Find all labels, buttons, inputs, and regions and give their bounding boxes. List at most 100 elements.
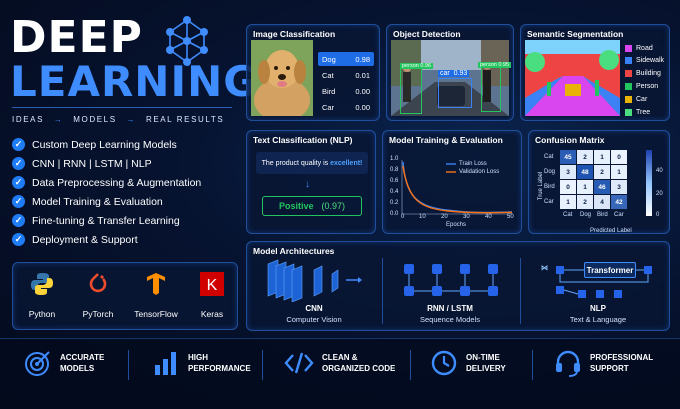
segmentation-map <box>525 40 620 116</box>
bottom-item-accurate: ACCURATE MODELS <box>24 349 150 377</box>
matrix-cell: 0 <box>611 150 627 164</box>
check-icon: ✓ <box>12 157 25 170</box>
y-tick: 1.0 <box>390 156 399 162</box>
feature-text: Custom Deep Learning Models <box>32 138 177 151</box>
class-label: Cat <box>322 70 334 80</box>
col-label: Car <box>614 212 624 218</box>
divider <box>382 258 383 324</box>
check-icon: ✓ <box>12 233 25 246</box>
bottom-label: CLEAN & ORGANIZED CODE <box>322 353 396 373</box>
text-classification-panel: Text Classification (NLP) <box>246 130 376 234</box>
x-tick: 10 <box>419 214 426 220</box>
input-text-box: The product quality is excellent! <box>256 152 368 174</box>
legend-label: Tree <box>636 109 651 116</box>
x-axis-label: Epochs <box>446 222 467 228</box>
matrix-cell: 46 <box>594 180 610 194</box>
tool-keras: K Keras <box>186 271 238 319</box>
detection-box-car <box>438 78 472 108</box>
python-icon <box>31 273 53 295</box>
down-arrow-icon: ↓ <box>305 179 310 190</box>
legend-swatch <box>625 45 632 52</box>
bottom-item-delivery: ON-TIME DELIVERY <box>430 349 556 377</box>
panel-title: Image Classification <box>253 29 336 39</box>
feature-item: ✓ Model Training & Evaluation <box>12 195 163 208</box>
legend-car: Car <box>625 96 647 103</box>
color-scale-bar <box>646 150 652 216</box>
class-score: 0.00 <box>355 86 370 96</box>
row-label: Bird <box>544 184 555 190</box>
divider <box>262 350 263 380</box>
brand-line-1: DEEP <box>10 12 143 63</box>
matrix-cell: 3 <box>611 180 627 194</box>
col-label: Dog <box>580 212 592 218</box>
cnn-diagram <box>267 259 362 302</box>
bottom-item-code: CLEAN & ORGANIZED CODE <box>284 349 422 377</box>
y-tick: 0.0 <box>390 211 399 217</box>
detection-box-person <box>400 64 422 114</box>
class-row-cat: Cat 0.01 <box>318 68 374 82</box>
transformer-block: Transformer <box>584 262 636 278</box>
legend-road: Road <box>625 45 653 52</box>
feature-item: ✓ Data Preprocessing & Augmentation <box>12 176 201 189</box>
matrix-cell: 4 <box>594 195 610 209</box>
feature-item: ✓ CNN | RNN | LSTM | NLP <box>12 157 152 170</box>
target-icon <box>25 351 50 376</box>
x-tick: 30 <box>463 214 470 220</box>
check-icon: ✓ <box>12 214 25 227</box>
feature-text: Deployment & Support <box>32 233 138 246</box>
infographic-root: DEEP LEARNING IDEAS → MODELS → REAL RESU… <box>0 0 680 409</box>
legend-building: Building <box>625 70 661 77</box>
row-label: Car <box>544 199 554 205</box>
arch-name: NLP <box>590 304 606 313</box>
class-label: Bird <box>322 86 336 96</box>
feature-item: ✓ Fine-tuning & Transfer Learning <box>12 214 180 227</box>
class-label: Dog <box>322 54 336 64</box>
legend-label: Car <box>636 96 648 103</box>
loss-chart <box>401 160 513 215</box>
row-label: Cat <box>544 154 554 160</box>
tool-pytorch: PyTorch <box>72 271 124 319</box>
x-tick: 0 <box>401 214 405 220</box>
feature-item: ✓ Deployment & Support <box>12 233 138 246</box>
tool-label: TensorFlow <box>134 309 178 319</box>
legend-swatch <box>625 83 632 90</box>
input-highlight: excellent! <box>330 159 363 167</box>
divider <box>128 350 129 380</box>
scale-tick: 0 <box>656 212 660 218</box>
detection-label: person 0.96 <box>400 63 434 69</box>
tagline-arrow-1: → <box>53 115 64 124</box>
tool-tensorflow: TensorFlow <box>130 271 182 319</box>
legend-label: Person <box>636 83 659 90</box>
tool-label: Python <box>28 309 56 319</box>
sentiment-result: Positive (0.97) <box>262 196 362 216</box>
detection-label: car 0.93 <box>438 70 470 77</box>
col-label: Bird <box>597 212 608 218</box>
x-tick: 20 <box>441 214 448 220</box>
matrix-cell: 0 <box>560 180 576 194</box>
matrix-cell: 3 <box>560 165 576 179</box>
matrix-cell: 2 <box>577 195 593 209</box>
legend-sidewalk: Sidewalk <box>625 57 664 64</box>
keras-icon: K <box>200 272 224 296</box>
clock-icon <box>431 350 457 376</box>
legend-val-label: Validation Loss <box>459 169 500 175</box>
legend-label: Building <box>636 70 661 77</box>
legend-swatch <box>625 109 632 116</box>
y-tick: 0.8 <box>390 167 399 173</box>
panel-title: Confusion Matrix <box>535 135 605 145</box>
bottom-label: PROFESSIONAL SUPPORT <box>590 353 654 373</box>
panel-title: Model Architectures <box>253 246 335 256</box>
class-row-car: Car 0.00 <box>318 100 374 114</box>
tool-label: PyTorch <box>82 309 114 319</box>
legend-train-label: Train Loss <box>459 161 487 167</box>
matrix-cell: 2 <box>577 150 593 164</box>
feature-text: Model Training & Evaluation <box>32 195 163 208</box>
panel-title: Object Detection <box>393 29 461 39</box>
legend-tree: Tree <box>625 109 650 116</box>
tagline-models: MODELS <box>73 115 117 124</box>
legend-label: Sidewalk <box>636 57 665 64</box>
arch-name: RNN / LSTM <box>427 304 473 313</box>
feature-text: Fine-tuning & Transfer Learning <box>32 214 180 227</box>
pytorch-icon <box>89 273 107 293</box>
class-score: 0.00 <box>355 102 370 112</box>
